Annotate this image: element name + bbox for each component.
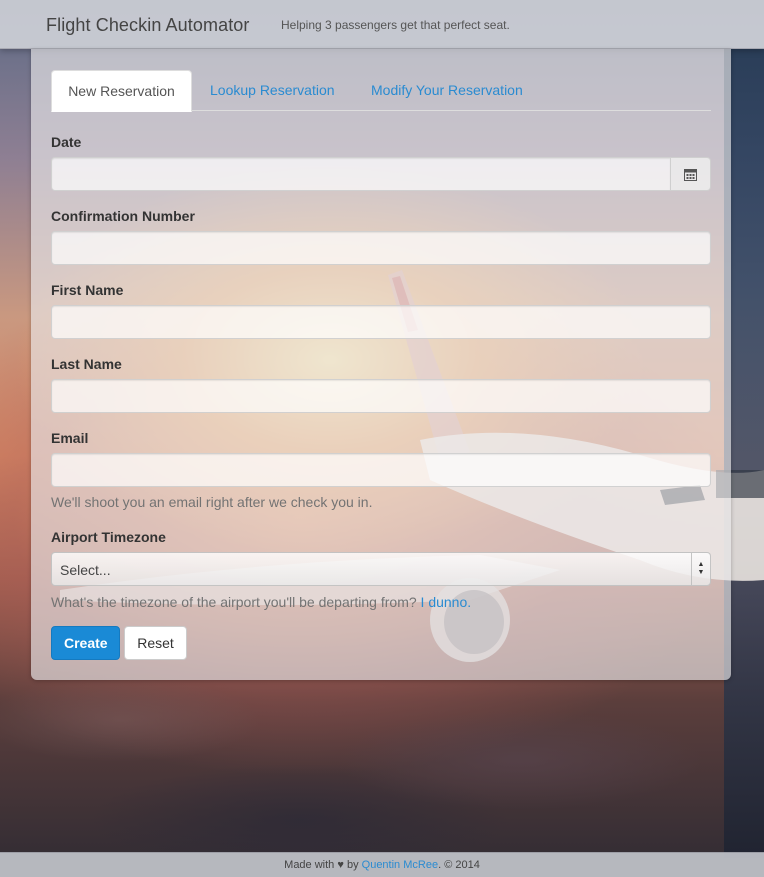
reservation-panel: New Reservation Lookup Reservation Modif… xyxy=(31,49,731,680)
reservation-tabs: New Reservation Lookup Reservation Modif… xyxy=(51,70,711,112)
footer-by: by xyxy=(346,859,359,871)
footer-copyright: . © 2014 xyxy=(438,859,480,871)
confirmation-number-label: Confirmation Number xyxy=(51,208,195,224)
tab-new-reservation[interactable]: New Reservation xyxy=(51,70,192,112)
top-navbar: Flight Checkin Automator Helping 3 passe… xyxy=(0,0,764,49)
last-name-field[interactable] xyxy=(51,379,711,413)
calendar-icon xyxy=(684,168,697,181)
email-field[interactable] xyxy=(51,453,711,487)
timezone-selected-value: Select... xyxy=(60,562,111,578)
email-label: Email xyxy=(51,430,89,446)
footer-prefix: Made with xyxy=(284,859,335,871)
first-name-label: First Name xyxy=(51,282,124,298)
confirmation-number-field[interactable] xyxy=(51,231,711,265)
airport-timezone-label: Airport Timezone xyxy=(51,529,166,545)
date-picker-button[interactable] xyxy=(670,157,711,191)
select-arrows-icon: ▲ ▼ xyxy=(691,553,710,585)
last-name-label: Last Name xyxy=(51,356,122,372)
date-input-group xyxy=(51,157,711,191)
author-link[interactable]: Quentin McRee xyxy=(362,859,438,871)
tab-lookup-reservation[interactable]: Lookup Reservation xyxy=(210,70,335,111)
i-dunno-link[interactable]: I dunno. xyxy=(421,594,472,610)
airport-timezone-select[interactable]: Select... ▲ ▼ xyxy=(51,552,711,586)
date-field[interactable] xyxy=(51,157,671,191)
reset-button[interactable]: Reset xyxy=(124,626,187,660)
date-label: Date xyxy=(51,134,82,150)
navbar-tagline: Helping 3 passengers get that perfect se… xyxy=(281,18,510,32)
heart-icon: ♥ xyxy=(337,859,344,871)
brand-title[interactable]: Flight Checkin Automator xyxy=(46,15,250,36)
timezone-help: What's the timezone of the airport you'l… xyxy=(51,594,471,610)
timezone-help-text: What's the timezone of the airport you'l… xyxy=(51,594,417,610)
email-help-text: We'll shoot you an email right after we … xyxy=(51,494,373,510)
footer: Made with ♥ by Quentin McRee. © 2014 xyxy=(0,852,764,877)
create-button[interactable]: Create xyxy=(51,626,120,660)
tab-modify-reservation[interactable]: Modify Your Reservation xyxy=(371,70,523,111)
first-name-field[interactable] xyxy=(51,305,711,339)
